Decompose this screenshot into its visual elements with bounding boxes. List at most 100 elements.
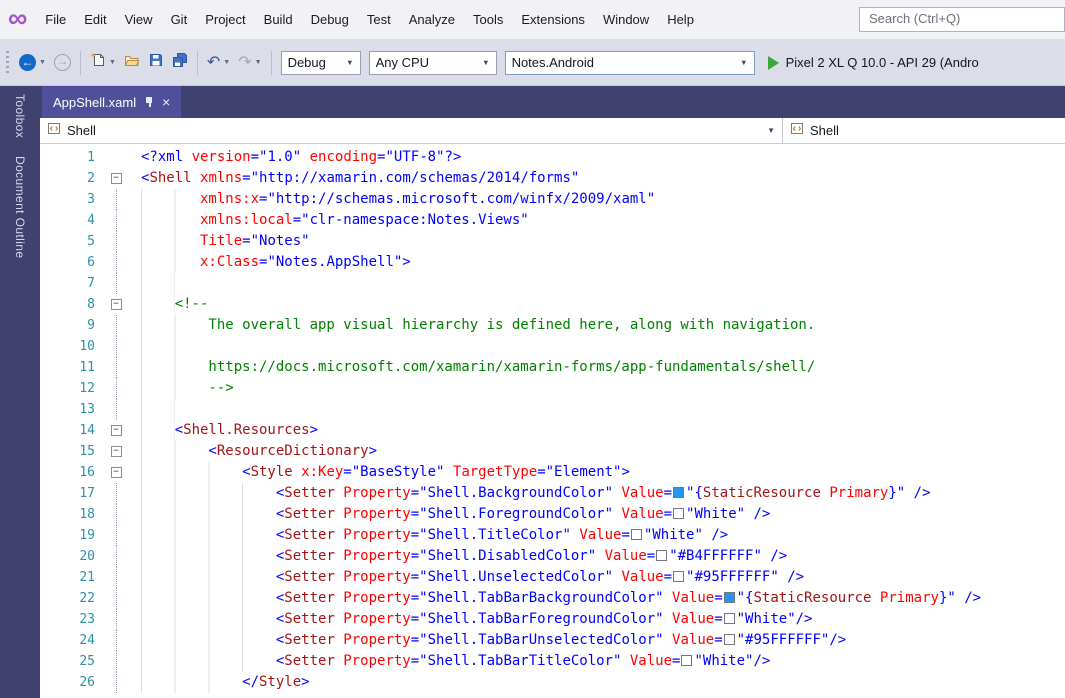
menu-item-view[interactable]: View bbox=[116, 0, 162, 39]
code-token: Setter bbox=[284, 632, 335, 648]
side-tab-toolbox[interactable]: Toolbox bbox=[13, 94, 27, 138]
save-button[interactable] bbox=[144, 49, 168, 77]
code-token: = bbox=[714, 590, 722, 606]
member-navigator-dropdown[interactable]: Shell bbox=[783, 118, 1065, 143]
menu-item-analyze[interactable]: Analyze bbox=[400, 0, 464, 39]
startup-projects-combo[interactable]: Notes.Android ▼ bbox=[505, 51, 755, 75]
menu-bar: ∞ FileEditViewGitProjectBuildDebugTestAn… bbox=[0, 0, 1065, 40]
navigate-back-dropdown-icon[interactable]: ▼ bbox=[39, 59, 46, 66]
code-line: 23<Setter Property="Shell.TabBarForegrou… bbox=[40, 609, 1065, 630]
menu-item-project[interactable]: Project bbox=[196, 0, 254, 39]
undo-button[interactable]: ↶ ▼ bbox=[203, 49, 234, 77]
code-text: <Shell xmlns="http://xamarin.com/schemas… bbox=[128, 168, 1065, 189]
main-shell: Toolbox Document Outline AppShell.xaml × bbox=[0, 86, 1065, 698]
code-token: = bbox=[664, 485, 672, 501]
color-swatch bbox=[673, 571, 684, 582]
code-token: = bbox=[672, 653, 680, 669]
code-token: > bbox=[310, 422, 318, 438]
code-token: x:Class bbox=[200, 254, 259, 270]
type-navigator-dropdown[interactable]: Shell ▼ bbox=[40, 118, 782, 143]
code-token: Setter bbox=[284, 548, 335, 564]
toolbar-separator bbox=[80, 51, 81, 75]
line-number: 13 bbox=[40, 399, 104, 420]
code-line: 16−<Style x:Key="BaseStyle" TargetType="… bbox=[40, 462, 1065, 483]
code-token: "White" /> bbox=[686, 506, 770, 522]
fold-margin bbox=[104, 504, 128, 525]
redo-dropdown-icon[interactable]: ▼ bbox=[255, 59, 262, 66]
fold-toggle-icon[interactable]: − bbox=[111, 299, 122, 310]
indent-guides bbox=[141, 651, 276, 672]
solution-configurations-combo[interactable]: Debug ▼ bbox=[281, 51, 361, 75]
fold-toggle-icon[interactable]: − bbox=[111, 173, 122, 184]
pin-icon[interactable] bbox=[144, 96, 154, 108]
fold-margin bbox=[104, 210, 128, 231]
code-token: xmlns:x bbox=[200, 191, 259, 207]
start-debugging-button[interactable]: Pixel 2 XL Q 10.0 - API 29 (Andro bbox=[768, 55, 1061, 70]
fold-margin bbox=[104, 399, 128, 420]
code-token: ="Shell.TabBarBackgroundColor" bbox=[411, 590, 664, 606]
menu-item-extensions[interactable]: Extensions bbox=[512, 0, 594, 39]
menu-item-file[interactable]: File bbox=[36, 0, 75, 39]
code-token: ="Notes.AppShell"> bbox=[259, 254, 411, 270]
fold-guide-line bbox=[116, 504, 117, 525]
code-token: > bbox=[301, 674, 309, 690]
type-navigator-value: Shell bbox=[67, 123, 96, 138]
fold-toggle-icon[interactable]: − bbox=[111, 425, 122, 436]
code-token: --> bbox=[208, 380, 233, 396]
code-text: <Setter Property="Shell.TabBarTitleColor… bbox=[128, 651, 1065, 672]
line-number: 15 bbox=[40, 441, 104, 462]
quick-search-input[interactable]: Search (Ctrl+Q) bbox=[859, 7, 1065, 32]
code-token: Style bbox=[259, 674, 301, 690]
fold-guide-line bbox=[116, 399, 117, 420]
chevron-down-icon: ▼ bbox=[733, 58, 747, 67]
save-all-button[interactable] bbox=[168, 49, 192, 77]
fold-toggle-icon[interactable]: − bbox=[111, 467, 122, 478]
class-icon bbox=[47, 122, 61, 140]
menu-item-help[interactable]: Help bbox=[658, 0, 703, 39]
run-target-label: Pixel 2 XL Q 10.0 - API 29 (Andro bbox=[786, 55, 979, 70]
code-token: ="http://xamarin.com/schemas/2014/forms" bbox=[242, 170, 579, 186]
fold-margin bbox=[104, 588, 128, 609]
toolbar-separator bbox=[271, 51, 272, 75]
menu-item-test[interactable]: Test bbox=[358, 0, 400, 39]
color-swatch bbox=[724, 613, 735, 624]
line-number: 26 bbox=[40, 672, 104, 693]
open-file-button[interactable] bbox=[120, 49, 144, 77]
fold-margin bbox=[104, 609, 128, 630]
menu-item-debug[interactable]: Debug bbox=[302, 0, 358, 39]
visual-studio-logo-icon: ∞ bbox=[8, 5, 27, 32]
code-text: <Setter Property="Shell.UnselectedColor"… bbox=[128, 567, 1065, 588]
tab-appshell-xaml[interactable]: AppShell.xaml × bbox=[42, 86, 181, 118]
redo-button[interactable]: ↷ ▼ bbox=[234, 49, 265, 77]
new-file-button[interactable]: ▼ bbox=[86, 49, 120, 77]
code-token: ResourceDictionary bbox=[217, 443, 369, 459]
menu-item-git[interactable]: Git bbox=[162, 0, 197, 39]
undo-dropdown-icon[interactable]: ▼ bbox=[223, 59, 230, 66]
menu-item-tools[interactable]: Tools bbox=[464, 0, 512, 39]
navigate-back-button[interactable]: ← ▼ bbox=[15, 49, 50, 77]
member-navigator-value: Shell bbox=[810, 123, 839, 138]
code-token: Value bbox=[613, 485, 664, 501]
menu-item-window[interactable]: Window bbox=[594, 0, 658, 39]
code-text: <Setter Property="Shell.TabBarForeground… bbox=[128, 609, 1065, 630]
navigate-forward-button[interactable]: → bbox=[50, 49, 75, 77]
line-number: 11 bbox=[40, 357, 104, 378]
indent-guides bbox=[141, 420, 175, 441]
fold-margin: − bbox=[104, 441, 128, 462]
new-file-dropdown-icon[interactable]: ▼ bbox=[109, 59, 116, 66]
code-text: <?xml version="1.0" encoding="UTF-8"?> bbox=[128, 147, 1065, 168]
side-tab-document-outline[interactable]: Document Outline bbox=[13, 156, 27, 258]
solution-platforms-combo[interactable]: Any CPU ▼ bbox=[369, 51, 497, 75]
code-token: Setter bbox=[284, 527, 335, 543]
toolbar-drag-grip[interactable] bbox=[6, 51, 9, 75]
close-icon[interactable]: × bbox=[162, 95, 170, 109]
line-number: 22 bbox=[40, 588, 104, 609]
menu-item-edit[interactable]: Edit bbox=[75, 0, 115, 39]
code-text bbox=[128, 273, 1065, 294]
menu-item-build[interactable]: Build bbox=[255, 0, 302, 39]
code-token: ="Shell.BackgroundColor" bbox=[411, 485, 613, 501]
fold-toggle-icon[interactable]: − bbox=[111, 446, 122, 457]
redo-icon: ↷ bbox=[238, 55, 251, 71]
code-editor[interactable]: 1<?xml version="1.0" encoding="UTF-8"?>2… bbox=[40, 144, 1065, 698]
line-number: 16 bbox=[40, 462, 104, 483]
